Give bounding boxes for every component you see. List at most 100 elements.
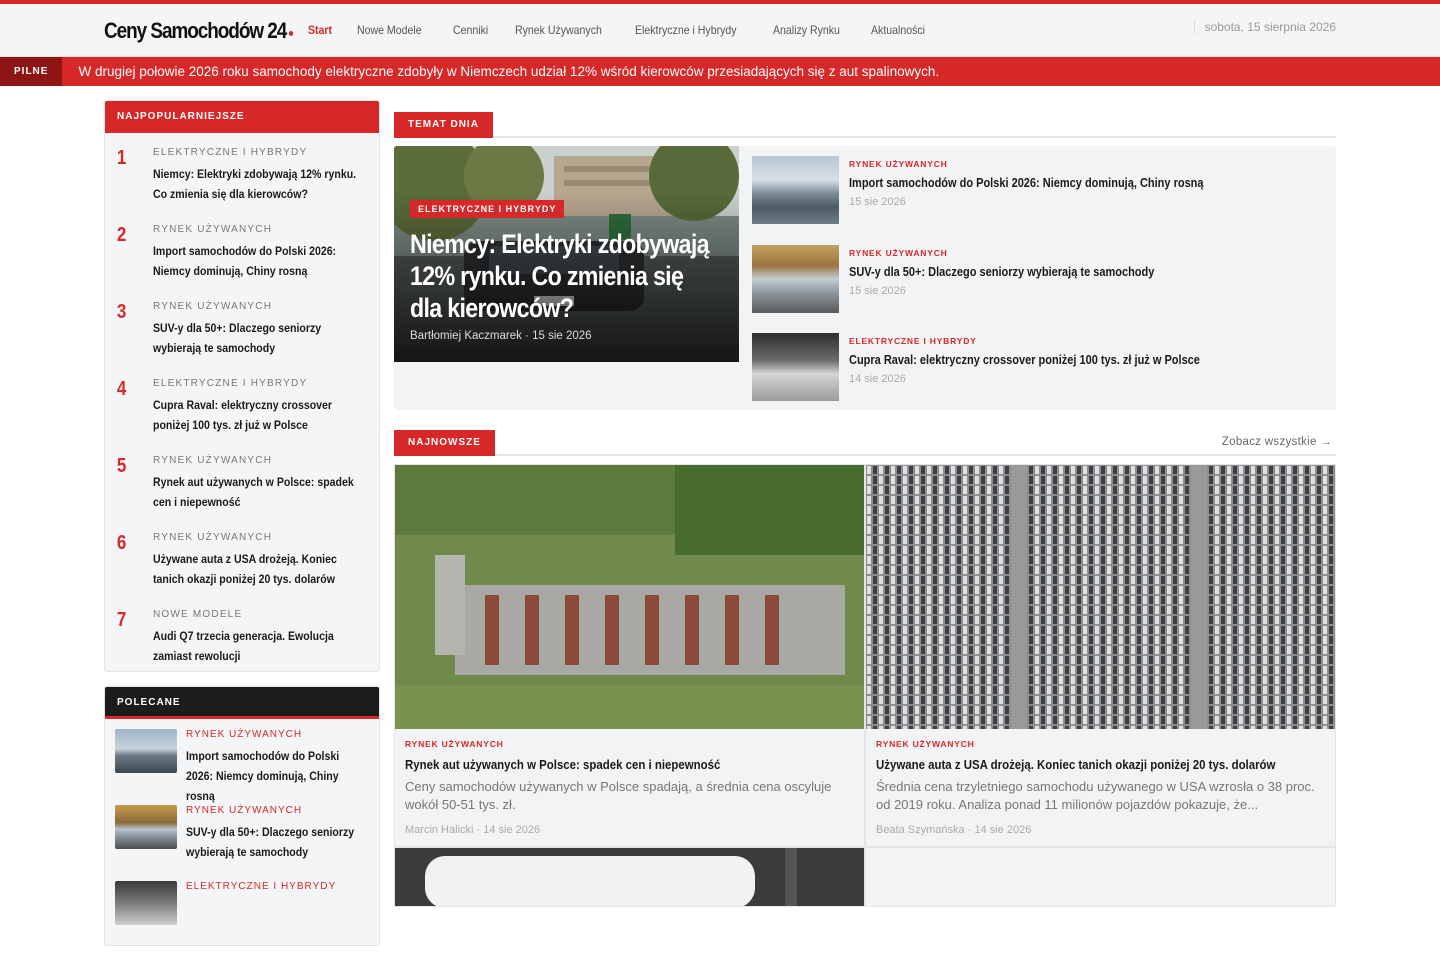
article-card-partial[interactable] [394, 847, 865, 907]
breaking-news-bar[interactable]: PILNE W drugiej połowie 2026 roku samoch… [0, 57, 1440, 86]
side-article-thumbnail[interactable] [752, 156, 839, 224]
side-article-date: 14 sie 2026 [849, 373, 906, 385]
side-article[interactable]: RYNEK UŻYWANYCH Import samochodów do Pol… [752, 156, 1369, 224]
side-article[interactable]: RYNEK UŻYWANYCH SUV-y dla 50+: Dlaczego … [752, 245, 1369, 313]
logo-dot [288, 31, 294, 36]
car-lot-aerial-image [866, 465, 1335, 729]
card-meta: Beata Szymańska · 14 sie 2026 [876, 824, 1032, 836]
recommended-category: ELEKTRYCZNE I HYBRYDY [186, 881, 337, 892]
nav-aktualnosci[interactable]: Aktualności [871, 23, 925, 37]
hero-category-badge[interactable]: ELEKTRYCZNE I HYBRYDY [410, 200, 565, 218]
popular-item[interactable]: 5 RYNEK UŻYWANYCH Rynek aut używanych w … [105, 443, 379, 520]
popular-rank: 3 [116, 301, 127, 323]
popular-item[interactable]: 7 NOWE MODELE Audi Q7 trzecia generacja.… [105, 597, 379, 674]
popular-item[interactable]: 2 RYNEK UŻYWANYCH Import samochodów do P… [105, 212, 379, 289]
breaking-text[interactable]: W drugiej połowie 2026 roku samochody el… [78, 64, 939, 79]
popular-category: RYNEK UŻYWANYCH [153, 224, 273, 235]
side-article-title[interactable]: Import samochodów do Polski 2026: Niemcy… [849, 176, 1307, 190]
popular-rank: 2 [116, 224, 127, 246]
recommended-title[interactable]: Import samochodów do Polski 2026: Niemcy… [186, 746, 366, 806]
hero-meta: Bartłomiej Kaczmarek · 15 sie 2026 [410, 330, 592, 342]
card-excerpt: Ceny samochodów używanych w Polsce spada… [405, 779, 832, 812]
card-title[interactable]: Używane auta z USA drożeją. Koniec tanic… [876, 757, 1334, 772]
site-header: Ceny Samochodów 24 Start Nowe Modele Cen… [0, 4, 1440, 57]
popular-item[interactable]: 1 ELEKTRYCZNE I HYBRYDY Niemcy: Elektryk… [105, 135, 379, 212]
popular-item[interactable]: 4 ELEKTRYCZNE I HYBRYDY Cupra Raval: ele… [105, 366, 379, 443]
car-rear-image [395, 848, 864, 906]
nav-elektryczne[interactable]: Elektryczne i Hybrydy [635, 23, 737, 37]
popular-rank: 5 [116, 455, 127, 477]
card-excerpt: Średnia cena trzyletniego samochodu używ… [876, 779, 1315, 812]
article-card[interactable]: RYNEK UŻYWANYCH Rynek aut używanych w Po… [394, 464, 865, 847]
hero-author: Bartłomiej Kaczmarek [410, 330, 522, 342]
popular-rank: 4 [116, 378, 127, 400]
popular-category: ELEKTRYCZNE I HYBRYDY [153, 378, 308, 389]
see-all-link[interactable]: Zobacz wszystkie → [1222, 436, 1332, 448]
side-article-date: 15 sie 2026 [849, 196, 906, 208]
card-date: 14 sie 2026 [483, 824, 541, 836]
current-date: sobota, 15 sierpnia 2026 [1193, 20, 1336, 34]
nav-start[interactable]: Start [308, 23, 332, 37]
card-category: RYNEK UŻYWANYCH [405, 739, 504, 749]
popular-title[interactable]: Cupra Raval: elektryczny crossover poniż… [153, 395, 369, 435]
popular-category: RYNEK UŻYWANYCH [153, 455, 273, 466]
article-card-partial[interactable] [865, 847, 1336, 907]
topic-heading: TEMAT DNIA [394, 112, 493, 138]
side-article-thumbnail[interactable] [752, 245, 839, 313]
popular-title[interactable]: Import samochodów do Polski 2026: Niemcy… [153, 241, 369, 281]
topic-section-header: TEMAT DNIA [394, 112, 1336, 138]
popular-item[interactable]: 3 RYNEK UŻYWANYCH SUV-y dla 50+: Dlaczeg… [105, 289, 379, 366]
recommended-category: RYNEK UŻYWANYCH [186, 805, 303, 816]
card-category: RYNEK UŻYWANYCH [876, 739, 975, 749]
recommended-box: POLECANE RYNEK UŻYWANYCH Import samochod… [104, 686, 380, 946]
side-article-category: RYNEK UŻYWANYCH [849, 159, 948, 169]
popular-category: RYNEK UŻYWANYCH [153, 301, 273, 312]
breaking-label: PILNE [0, 57, 63, 86]
latest-grid: RYNEK UŻYWANYCH Rynek aut używanych w Po… [394, 464, 1336, 907]
side-article[interactable]: ELEKTRYCZNE I HYBRYDY Cupra Raval: elekt… [752, 333, 1369, 401]
popular-category: RYNEK UŻYWANYCH [153, 532, 273, 543]
nav-cenniki[interactable]: Cenniki [453, 23, 488, 37]
nav-nowe-modele[interactable]: Nowe Modele [357, 23, 422, 37]
side-article-thumbnail[interactable] [752, 333, 839, 401]
nav-analizy[interactable]: Analizy Rynku [773, 23, 840, 37]
recommended-heading: POLECANE [105, 687, 379, 719]
recommended-title[interactable]: SUV-y dla 50+: Dlaczego seniorzy wybiera… [186, 822, 366, 862]
card-meta: Marcin Halicki · 14 sie 2026 [405, 824, 541, 836]
card-author: Marcin Halicki [405, 824, 474, 836]
hero-article[interactable]: ELEKTRYCZNE I HYBRYDY Niemcy: Elektryki … [394, 146, 739, 362]
popular-title[interactable]: Rynek aut używanych w Polsce: spadek cen… [153, 472, 369, 512]
side-article-title[interactable]: SUV-y dla 50+: Dlaczego seniorzy wybiera… [849, 265, 1307, 279]
side-article-category: RYNEK UŻYWANYCH [849, 248, 948, 258]
card-date: 14 sie 2026 [974, 824, 1032, 836]
popular-title[interactable]: Używane auta z USA drożeją. Koniec tanic… [153, 549, 369, 589]
nav-rynek-uzywanych[interactable]: Rynek Używanych [515, 23, 602, 37]
recommended-item[interactable]: RYNEK UŻYWANYCH Import samochodów do Pol… [105, 719, 379, 803]
topic-of-the-day: ELEKTRYCZNE I HYBRYDY Niemcy: Elektryki … [394, 146, 1336, 410]
popular-rank: 7 [116, 609, 127, 631]
popular-title[interactable]: Audi Q7 trzecia generacja. Ewolucja zami… [153, 626, 369, 666]
popular-item[interactable]: 6 RYNEK UŻYWANYCH Używane auta z USA dro… [105, 520, 379, 597]
recommended-category: RYNEK UŻYWANYCH [186, 729, 303, 740]
hero-title[interactable]: Niemcy: Elektryki zdobywają 12% rynku. C… [410, 228, 720, 324]
recommended-thumbnail[interactable] [115, 805, 177, 849]
popular-title[interactable]: Niemcy: Elektryki zdobywają 12% rynku. C… [153, 164, 369, 204]
side-article-title[interactable]: Cupra Raval: elektryczny crossover poniż… [849, 353, 1307, 367]
recommended-thumbnail[interactable] [115, 881, 177, 925]
sidebar: NAJPOPULARNIEJSZE 1 ELEKTRYCZNE I HYBRYD… [104, 100, 380, 960]
recommended-item[interactable]: RYNEK UŻYWANYCH SUV-y dla 50+: Dlaczego … [105, 795, 379, 871]
parking-aerial-image [395, 465, 864, 729]
popular-title[interactable]: SUV-y dla 50+: Dlaczego seniorzy wybiera… [153, 318, 369, 358]
popular-rank: 6 [116, 532, 127, 554]
main-content: TEMAT DNIA ELEKTRYCZNE I HYBRYDY Niemcy:… [394, 112, 1336, 907]
card-image[interactable] [866, 465, 1335, 729]
latest-section-header: NAJNOWSZE Zobacz wszystkie → [394, 430, 1336, 456]
card-image[interactable] [395, 465, 864, 729]
card-author: Beata Szymańska [876, 824, 965, 836]
card-title[interactable]: Rynek aut używanych w Polsce: spadek cen… [405, 757, 863, 772]
article-card[interactable]: RYNEK UŻYWANYCH Używane auta z USA droże… [865, 464, 1336, 847]
site-logo[interactable]: Ceny Samochodów 24 [104, 18, 294, 44]
recommended-thumbnail[interactable] [115, 729, 177, 773]
hero-date: 15 sie 2026 [532, 330, 592, 342]
recommended-item[interactable]: ELEKTRYCZNE I HYBRYDY [105, 871, 379, 947]
